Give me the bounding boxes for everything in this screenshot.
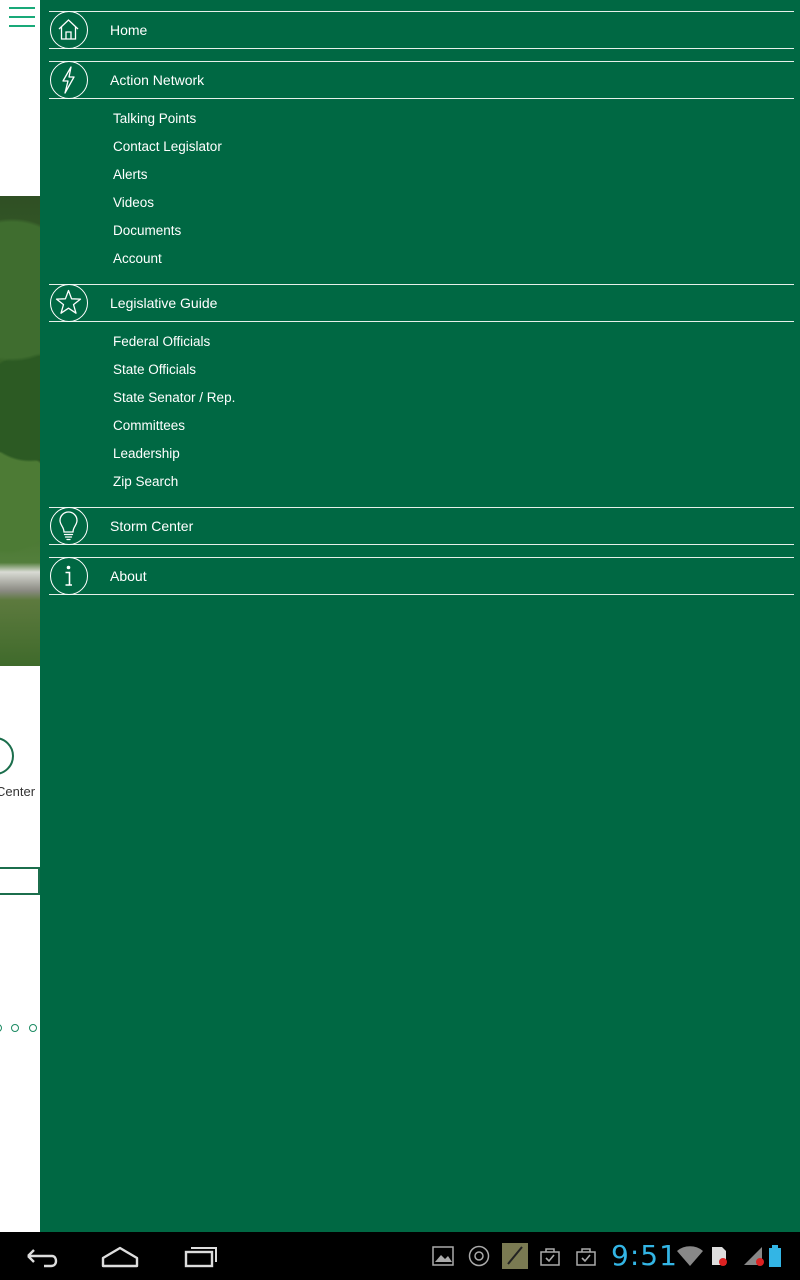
drawer-item-label: Legislative Guide	[110, 295, 218, 311]
home-nav-icon[interactable]	[100, 1242, 140, 1270]
background-app: Center	[0, 0, 40, 1232]
sim-error-icon	[712, 1247, 727, 1266]
drawer-subitem-state-senator-rep[interactable]: State Senator / Rep.	[113, 390, 235, 405]
drawer-subitem-state-officials[interactable]: State Officials	[113, 362, 196, 377]
drawer-item-legislative-guide[interactable]: Legislative Guide	[49, 284, 794, 322]
drawer-subitem-talking-points[interactable]: Talking Points	[113, 111, 196, 126]
drawer-subitem-contact-legislator[interactable]: Contact Legislator	[113, 139, 222, 154]
drawer-item-action-network[interactable]: Action Network	[49, 61, 794, 99]
drawer-item-label: Storm Center	[110, 518, 194, 534]
drawer-item-storm-center[interactable]: Storm Center	[49, 507, 794, 545]
store-notification-icon-2	[576, 1248, 596, 1266]
chrome-notification-icon	[468, 1245, 490, 1267]
store-notification-icon	[540, 1248, 560, 1266]
back-icon[interactable]	[22, 1242, 60, 1270]
drawer-subitem-committees[interactable]: Committees	[113, 418, 185, 433]
signal-icon	[744, 1247, 764, 1266]
drawer-subitem-account[interactable]: Account	[113, 251, 162, 266]
note-notification-icon	[502, 1243, 528, 1269]
background-box	[0, 867, 40, 895]
gallery-notification-icon	[432, 1246, 454, 1266]
page-indicator-dot	[11, 1024, 19, 1032]
drawer-item-label: About	[110, 568, 147, 584]
drawer-item-home[interactable]: Home	[49, 11, 794, 49]
status-clock: 9:51	[611, 1239, 678, 1272]
drawer-item-label: Home	[110, 22, 148, 38]
navigation-drawer: Home Action Network Talking Points Conta…	[40, 0, 800, 1232]
hamburger-menu-icon[interactable]	[9, 7, 35, 27]
background-partial-label: Center	[0, 784, 36, 799]
info-icon	[50, 557, 88, 595]
drawer-subitem-leadership[interactable]: Leadership	[113, 446, 180, 461]
drawer-subitem-alerts[interactable]: Alerts	[113, 167, 148, 182]
star-icon	[50, 284, 88, 322]
drawer-subitem-zip-search[interactable]: Zip Search	[113, 474, 178, 489]
background-photo	[0, 196, 40, 666]
drawer-subitem-videos[interactable]: Videos	[113, 195, 154, 210]
wifi-icon	[677, 1246, 703, 1266]
recent-apps-icon[interactable]	[182, 1242, 220, 1270]
drawer-item-label: Action Network	[110, 72, 205, 88]
home-icon	[50, 11, 88, 49]
battery-icon	[769, 1245, 781, 1267]
background-circle-icon	[0, 737, 14, 775]
lightning-icon	[50, 61, 88, 99]
drawer-subitem-documents[interactable]: Documents	[113, 223, 181, 238]
lightbulb-icon	[50, 507, 88, 545]
page-indicator-dot	[0, 1024, 2, 1032]
page-indicator-dot	[29, 1024, 37, 1032]
drawer-subitem-federal-officials[interactable]: Federal Officials	[113, 334, 210, 349]
drawer-item-about[interactable]: About	[49, 557, 794, 595]
system-navigation-bar: 9:51	[0, 1232, 800, 1280]
